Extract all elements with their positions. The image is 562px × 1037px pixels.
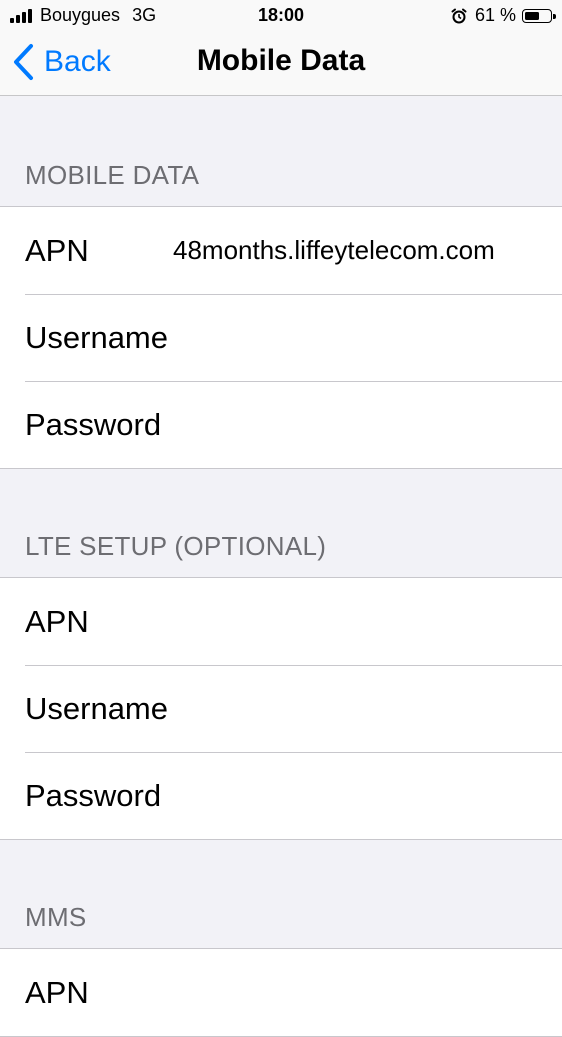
alarm-icon — [451, 8, 467, 23]
mobile-data-apn-row[interactable]: APN 48months.liffeytelecom.com — [0, 207, 562, 294]
row-label: Password — [25, 406, 162, 442]
mms-apn-row[interactable]: APN — [0, 949, 562, 1036]
row-label: APN — [25, 232, 89, 268]
lte-username-row[interactable]: Username — [0, 665, 562, 752]
battery-cap — [553, 13, 556, 19]
row-label: APN — [25, 974, 89, 1010]
lte-password-row[interactable]: Password — [0, 752, 562, 839]
apn-field[interactable]: 48months.liffeytelecom.com — [173, 235, 495, 266]
lte-apn-row[interactable]: APN — [0, 578, 562, 665]
status-right: 61 % — [451, 5, 556, 26]
lte-setup-group: APN Username Password — [0, 577, 562, 840]
row-label: Username — [25, 690, 168, 726]
mobile-data-group: APN 48months.liffeytelecom.com Username … — [0, 206, 562, 469]
mobile-data-password-row[interactable]: Password — [0, 381, 562, 468]
status-bar: Bouygues 3G 18:00 61 % — [0, 0, 562, 32]
row-label: APN — [25, 603, 89, 639]
page-title: Mobile Data — [196, 44, 366, 77]
battery-icon — [522, 8, 556, 23]
nav-bar: Back Mobile Data — [0, 32, 562, 96]
mobile-data-username-row[interactable]: Username — [0, 294, 562, 381]
row-label: Password — [25, 777, 162, 813]
section-header-lte-setup: LTE SETUP (OPTIONAL) — [25, 531, 327, 561]
section-header-mms: MMS — [25, 902, 87, 932]
battery-percent: 61 % — [474, 5, 516, 25]
section-header-mobile-data: MOBILE DATA — [25, 160, 200, 190]
battery-fill — [525, 11, 539, 20]
row-label: Username — [25, 319, 168, 355]
mms-group: APN — [0, 948, 562, 1037]
